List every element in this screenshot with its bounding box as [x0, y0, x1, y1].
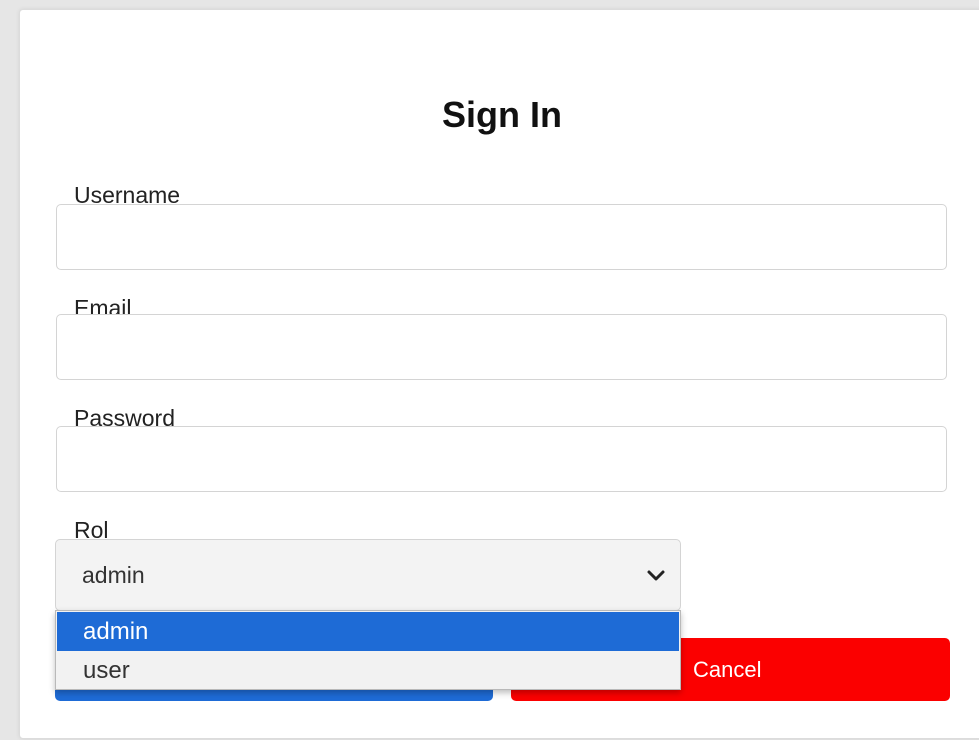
page-title: Sign In [442, 94, 562, 135]
role-option-admin[interactable]: admin [57, 612, 679, 651]
role-select[interactable]: admin [55, 539, 681, 611]
cancel-button-label: Cancel [693, 657, 762, 682]
role-option-user[interactable]: user [57, 651, 679, 690]
role-dropdown-list: admin user [55, 610, 681, 690]
username-field[interactable] [56, 204, 947, 270]
chevron-down-icon [647, 570, 665, 581]
password-field[interactable] [56, 426, 947, 492]
role-select-value: admin [82, 562, 145, 588]
email-field[interactable] [56, 314, 947, 380]
